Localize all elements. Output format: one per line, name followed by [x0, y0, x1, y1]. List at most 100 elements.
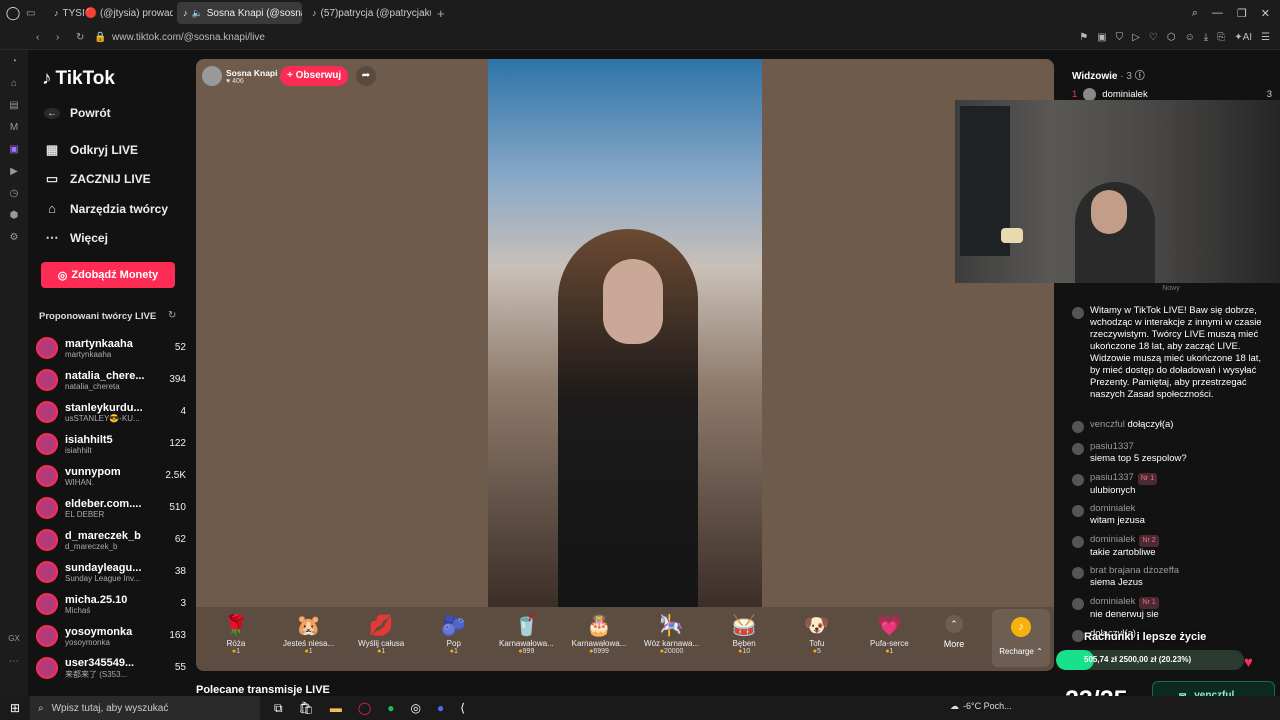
gift-item[interactable]: 🎠 Wóz karnawa... ●20000 — [637, 613, 707, 655]
taskbar-search[interactable]: ⌕ Wpisz tutaj, aby wyszukać — [30, 696, 260, 720]
reload-icon[interactable]: ↻ — [76, 32, 94, 43]
speaker-icon[interactable]: 🔈 — [192, 8, 203, 19]
task-view-icon[interactable]: ⧉ — [274, 701, 283, 716]
back-icon[interactable]: ‹ — [36, 32, 56, 43]
download-icon[interactable]: ⤓ — [1204, 32, 1208, 43]
tab-3[interactable]: ♪ (57)patrycja (@patrycjaku — [306, 2, 431, 24]
follow-button[interactable]: + Obserwuj — [280, 66, 349, 86]
avatar[interactable] — [202, 66, 222, 86]
chat-username[interactable]: dominialek — [1090, 503, 1135, 514]
gift-item[interactable]: 🌹 Róża ●1 — [201, 613, 271, 655]
spotify-icon[interactable]: ● — [387, 701, 394, 716]
opera-gx-icon[interactable]: ◯ — [358, 701, 371, 716]
creator-row[interactable]: yosoymonka yosoymonka 163 — [36, 621, 186, 651]
nav-creator-tools[interactable]: ⌂ Narzędzia twórcy — [44, 201, 168, 216]
gift-item[interactable]: 💗 Pufa-serce ●1 — [854, 613, 924, 655]
chat-username[interactable]: brat brajana dżozeffa — [1090, 565, 1179, 576]
menu-icon[interactable]: ☰ — [1261, 32, 1270, 43]
chat-username[interactable]: dominialek — [1090, 596, 1135, 607]
creator-row[interactable]: isiahhilt5 isiahhilt 122 — [36, 429, 186, 459]
settings-icon[interactable]: ⚙ — [5, 232, 23, 248]
close-window-icon[interactable]: ✕ — [1261, 7, 1270, 20]
info-icon[interactable]: ⓘ — [1135, 71, 1145, 82]
chat-message[interactable]: dominialek Nr 2 takie zartobliwe — [1072, 534, 1272, 559]
opera-logo-icon[interactable]: ◯ — [0, 5, 26, 21]
chat-message[interactable]: dominialek Nr 1 nie denerwuj sie — [1072, 596, 1272, 621]
nav-start-live[interactable]: ▭ ZACZNIJ LIVE — [44, 171, 151, 187]
snapshot-icon[interactable]: ▣ — [1097, 32, 1106, 43]
screenshot-icon[interactable]: ⎘ — [1217, 32, 1225, 43]
windows-start-icon[interactable]: ⊞ — [0, 701, 30, 715]
chat-message[interactable]: pasiu1337 Nr 1 ulubionych — [1072, 472, 1272, 497]
shield-icon[interactable]: ⛉ — [1116, 32, 1124, 43]
player-icon[interactable]: ▷ — [1132, 32, 1140, 43]
gift-item[interactable]: 🐶 Tofu ●5 — [782, 613, 852, 655]
nav-discover-live[interactable]: ▦ Odkryj LIVE — [44, 142, 138, 158]
more-icon[interactable]: ⋯ — [5, 656, 23, 672]
heart-icon[interactable]: ♡ — [1149, 32, 1158, 43]
maximize-icon[interactable]: ❐ — [1237, 7, 1247, 20]
forward-icon[interactable]: › — [56, 32, 76, 43]
minimize-icon[interactable]: — — [1212, 7, 1223, 20]
host-name[interactable]: Sosna Knapi — [226, 68, 277, 78]
ai-icon[interactable]: ✦AI — [1234, 32, 1252, 43]
discord-icon[interactable]: ● — [437, 701, 444, 716]
more-gifts-button[interactable]: ⌃ More — [939, 615, 969, 649]
new-tab-icon[interactable]: + — [437, 6, 445, 21]
extensions-icon[interactable]: ⬢ — [5, 210, 23, 226]
gift-item[interactable]: 🫐 Pop ●1 — [419, 613, 489, 655]
capcut-icon[interactable]: ⟨ — [460, 701, 465, 716]
gift-item[interactable]: 🥤 Karnawałowa... ●999 — [491, 613, 561, 655]
chat-username[interactable]: venczful — [1090, 419, 1125, 430]
recharge-button[interactable]: ♪ Recharge ⌃ — [992, 609, 1050, 667]
gx-icon[interactable]: GX — [5, 634, 23, 650]
gift-item[interactable]: 🥁 Bęben ●10 — [709, 613, 779, 655]
creator-row[interactable]: micha.25.10 Michaś 3 — [36, 589, 186, 619]
chat-message[interactable]: pasiu1337 siema top 5 zespolow? — [1072, 441, 1272, 465]
chat-username[interactable]: dominialek — [1090, 534, 1135, 545]
chat-username[interactable]: pasiu1337 — [1090, 441, 1134, 452]
creator-row[interactable]: user345549... 来都来了 (S353... 55 — [36, 653, 186, 683]
chat-message[interactable]: dominialek witam jezusa — [1072, 503, 1272, 527]
tab-overview-icon[interactable]: ▭ — [26, 8, 44, 19]
url-field[interactable]: www.tiktok.com/@sosna.knapi/live — [112, 32, 265, 43]
chat-username[interactable]: pasiu1337 — [1090, 472, 1134, 483]
gift-item[interactable]: 🎂 Karnawałowa... ●6999 — [564, 613, 634, 655]
history-icon[interactable]: ◷ — [5, 188, 23, 204]
live-video[interactable] — [488, 59, 762, 609]
store-icon[interactable]: 🛍 — [299, 701, 314, 716]
messenger-icon[interactable]: M — [5, 122, 23, 138]
tiktok-logo[interactable]: ♪ TikTok — [42, 68, 115, 90]
creator-row[interactable]: vunnypom WIHAN. 2.5K — [36, 461, 186, 491]
creator-row[interactable]: eldeber.com.... EL DEBER 510 — [36, 493, 186, 523]
crypto-wallet-icon[interactable]: ⌂ — [5, 78, 23, 94]
pinboard-icon[interactable]: ▤ — [5, 100, 23, 116]
chat-message[interactable]: brat brajana dżozeffa siema Jezus — [1072, 565, 1272, 589]
folder-icon[interactable]: ▬ — [330, 701, 342, 716]
player-icon[interactable]: ▶ — [5, 166, 23, 182]
search-icon[interactable]: ⌕ — [1192, 7, 1198, 20]
ai-icon[interactable]: ◔ — [5, 56, 23, 72]
creator-row[interactable]: sundayleagu... Sunday League Inv... 38 — [36, 557, 186, 587]
profile-icon[interactable]: ☺ — [1185, 32, 1195, 43]
creator-row[interactable]: natalia_chere... natalia_chereta 394 — [36, 365, 186, 395]
twitch-icon[interactable]: ▣ — [5, 144, 23, 160]
weather-widget[interactable]: ☁ -6°C Poch... — [950, 701, 1012, 712]
bookmark-icon[interactable]: ⚑ — [1079, 32, 1088, 43]
refresh-icon[interactable]: ↻ — [168, 310, 176, 321]
gift-item[interactable]: 💋 Wyślij całusa ●1 — [346, 613, 416, 655]
nav-more[interactable]: ⋯ Więcej — [44, 230, 108, 246]
creator-row[interactable]: d_mareczek_b d_mareczek_b 62 — [36, 525, 186, 555]
back-link[interactable]: ← Powrót — [44, 106, 111, 120]
creator-row[interactable]: martynkaaha martynkaaha 52 — [36, 333, 186, 363]
app-icon[interactable]: ◎ — [411, 701, 421, 716]
gift-item[interactable]: 🐹 Jesteś niesa... ●1 — [274, 613, 344, 655]
extensions-icon[interactable]: ⬡ — [1167, 32, 1176, 43]
tab-1[interactable]: ♪ TYSI🔴 (@jtysia) prowadz — [48, 2, 173, 24]
get-coins-button[interactable]: ◎ Zdobądź Monety — [41, 262, 175, 288]
share-icon[interactable]: ➦ — [356, 66, 376, 86]
tab-2-active[interactable]: ♪🔈Sosna Knapi (@sosna✕ — [177, 2, 302, 24]
chat-message[interactable]: venczful dołączył(a) — [1072, 419, 1272, 433]
chat-message[interactable]: Witamy w TikTok LIVE! Baw się dobrze, wc… — [1072, 305, 1272, 401]
creator-row[interactable]: stanleykurdu... usSTANLEY😎-KU... 4 — [36, 397, 186, 427]
